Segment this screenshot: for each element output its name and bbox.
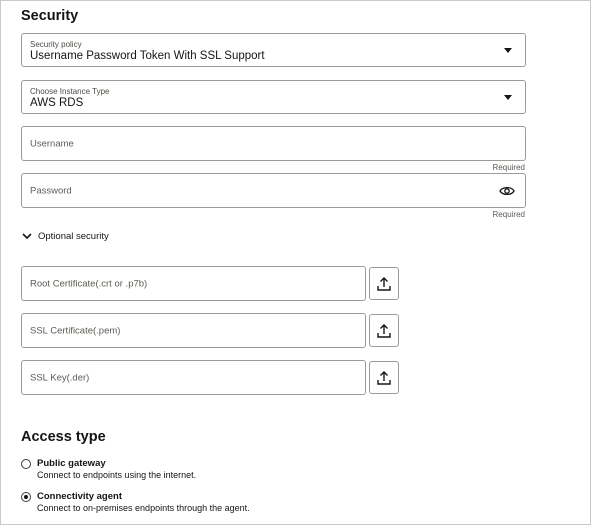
upload-icon — [377, 370, 391, 385]
username-required-hint: Required — [492, 163, 525, 172]
ssl-key-upload-button[interactable] — [369, 361, 399, 394]
username-field[interactable]: Username — [21, 126, 526, 161]
access-option-description: Connect to on-premises endpoints through… — [37, 503, 250, 513]
access-option-title: Connectivity agent — [37, 491, 122, 502]
password-required-hint: Required — [492, 210, 525, 219]
access-option-connectivity-agent[interactable]: Connectivity agent Connect to on-premise… — [21, 491, 250, 514]
radio-button-selected[interactable] — [21, 492, 31, 502]
password-placeholder: Password — [30, 185, 72, 196]
access-option-description: Connect to endpoints using the internet. — [37, 470, 197, 480]
upload-icon — [377, 276, 391, 291]
security-heading: Security — [21, 8, 79, 24]
optional-security-toggle[interactable]: Optional security — [21, 229, 109, 243]
root-certificate-upload-button[interactable] — [369, 267, 399, 300]
radio-button[interactable] — [21, 459, 31, 469]
chevron-down-icon — [504, 95, 512, 100]
access-option-public-gateway[interactable]: Public gateway Connect to endpoints usin… — [21, 458, 196, 481]
access-type-heading: Access type — [21, 429, 106, 445]
eye-icon[interactable] — [499, 185, 515, 197]
panel-frame — [0, 0, 591, 525]
instance-type-label: Choose Instance Type — [30, 87, 110, 96]
ssl-certificate-upload-button[interactable] — [369, 314, 399, 347]
access-option-title: Public gateway — [37, 458, 106, 469]
root-certificate-field[interactable]: Root Certificate(.crt or .p7b) — [21, 266, 366, 301]
ssl-key-field[interactable]: SSL Key(.der) — [21, 360, 366, 395]
ssl-certificate-field[interactable]: SSL Certificate(.pem) — [21, 313, 366, 348]
root-certificate-placeholder: Root Certificate(.crt or .p7b) — [30, 278, 148, 289]
optional-security-label: Optional security — [38, 230, 109, 242]
ssl-key-placeholder: SSL Key(.der) — [30, 372, 90, 383]
ssl-certificate-placeholder: SSL Certificate(.pem) — [30, 325, 121, 336]
instance-type-value: AWS RDS — [30, 97, 84, 109]
security-policy-value: Username Password Token With SSL Support — [30, 50, 265, 62]
security-policy-select[interactable]: Security policy Username Password Token … — [21, 33, 526, 67]
chevron-down-icon — [504, 48, 512, 53]
username-placeholder: Username — [30, 138, 74, 149]
instance-type-select[interactable]: Choose Instance Type AWS RDS — [21, 80, 526, 114]
upload-icon — [377, 323, 391, 338]
password-field[interactable]: Password — [21, 173, 526, 208]
security-policy-label: Security policy — [30, 40, 82, 49]
chevron-down-icon — [22, 233, 32, 240]
